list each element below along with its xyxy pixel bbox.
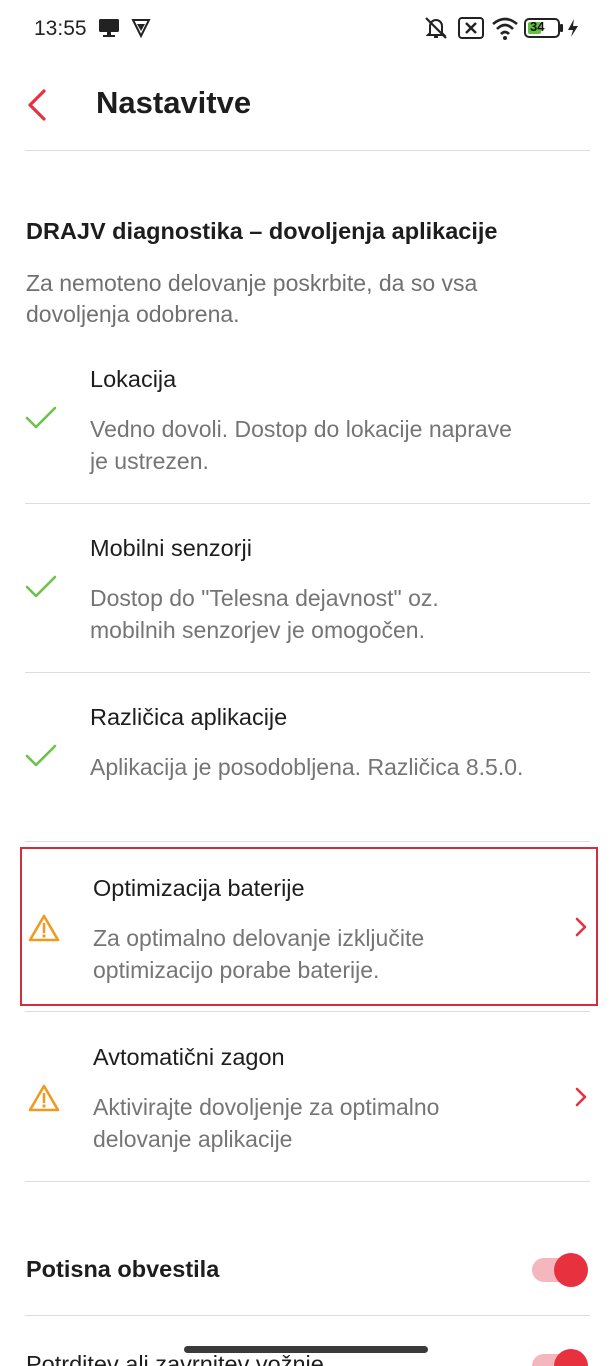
- chevron-right-icon[interactable]: [574, 1086, 588, 1108]
- switch-knob: [554, 1349, 588, 1366]
- permission-description: Za optimalno delovanje izključite optimi…: [93, 925, 425, 983]
- item-divider: [25, 672, 590, 673]
- push-notifications-switch[interactable]: [532, 1253, 588, 1287]
- permission-description: Vedno dovoli. Dostop do lokacije naprave…: [90, 416, 512, 474]
- permission-item-battery-optimization[interactable]: Optimizacija baterije Za optimalno delov…: [25, 870, 590, 1010]
- item-divider: [25, 841, 590, 842]
- permission-item-sensors: Mobilni senzorji Dostop do "Telesna deja…: [25, 531, 590, 671]
- home-indicator[interactable]: [184, 1346, 428, 1353]
- item-divider: [25, 503, 590, 504]
- permission-description: Aktivirajte dovoljenje za optimalno delo…: [93, 1094, 440, 1152]
- ride-confirmation-switch[interactable]: [532, 1349, 588, 1366]
- item-divider: [25, 1315, 590, 1316]
- toggle-label: Potrditev ali zavrnitev vožnje: [26, 1351, 324, 1366]
- warning-icon: [28, 1084, 60, 1112]
- header-divider: [25, 150, 590, 151]
- mute-icon: [425, 17, 447, 39]
- permission-title: Optimizacija baterije: [93, 875, 305, 901]
- status-time: 13:55: [34, 17, 87, 40]
- permission-item-autostart[interactable]: Avtomatični zagon Aktivirajte dovoljenje…: [25, 1040, 590, 1180]
- vpn-shield-icon: [131, 19, 151, 38]
- desktop-icon: [99, 19, 119, 37]
- page-title: Nastavitve: [96, 85, 252, 120]
- switch-knob: [554, 1253, 588, 1287]
- section-description: Za nemoteno delovanje poskrbite, da so v…: [26, 270, 478, 327]
- check-icon: [25, 406, 57, 429]
- permission-item-location: Lokacija Vedno dovoli. Dostop do lokacij…: [25, 362, 590, 502]
- chevron-right-icon[interactable]: [574, 916, 588, 938]
- item-divider: [25, 1011, 590, 1012]
- warning-icon: [28, 914, 60, 942]
- wifi-icon: [492, 17, 518, 40]
- permission-item-app-version: Različica aplikacije Aplikacija je posod…: [25, 700, 590, 840]
- permission-title: Mobilni senzorji: [90, 535, 252, 561]
- permission-description: Dostop do "Telesna dejavnost" oz. mobiln…: [90, 585, 439, 643]
- chevron-left-icon: [28, 89, 46, 121]
- section-title: DRAJV diagnostika – dovoljenja aplikacij…: [26, 218, 498, 244]
- check-icon: [25, 575, 57, 598]
- permission-title: Različica aplikacije: [90, 704, 288, 730]
- battery-level: 34: [530, 19, 545, 34]
- charging-icon: [568, 19, 578, 37]
- status-bar: 13:55 34: [0, 0, 615, 60]
- no-sim-icon: [458, 17, 484, 39]
- toggle-row-push-notifications: Potisna obvestila: [25, 1240, 590, 1300]
- back-button[interactable]: [22, 88, 52, 122]
- permission-description: Aplikacija je posodobljena. Različica 8.…: [90, 754, 524, 780]
- permission-title: Lokacija: [90, 366, 177, 392]
- permission-title: Avtomatični zagon: [93, 1044, 285, 1070]
- item-divider: [25, 1181, 590, 1182]
- app-bar: Nastavitve: [0, 60, 615, 150]
- toggle-label: Potisna obvestila: [26, 1256, 220, 1282]
- check-icon: [25, 744, 57, 767]
